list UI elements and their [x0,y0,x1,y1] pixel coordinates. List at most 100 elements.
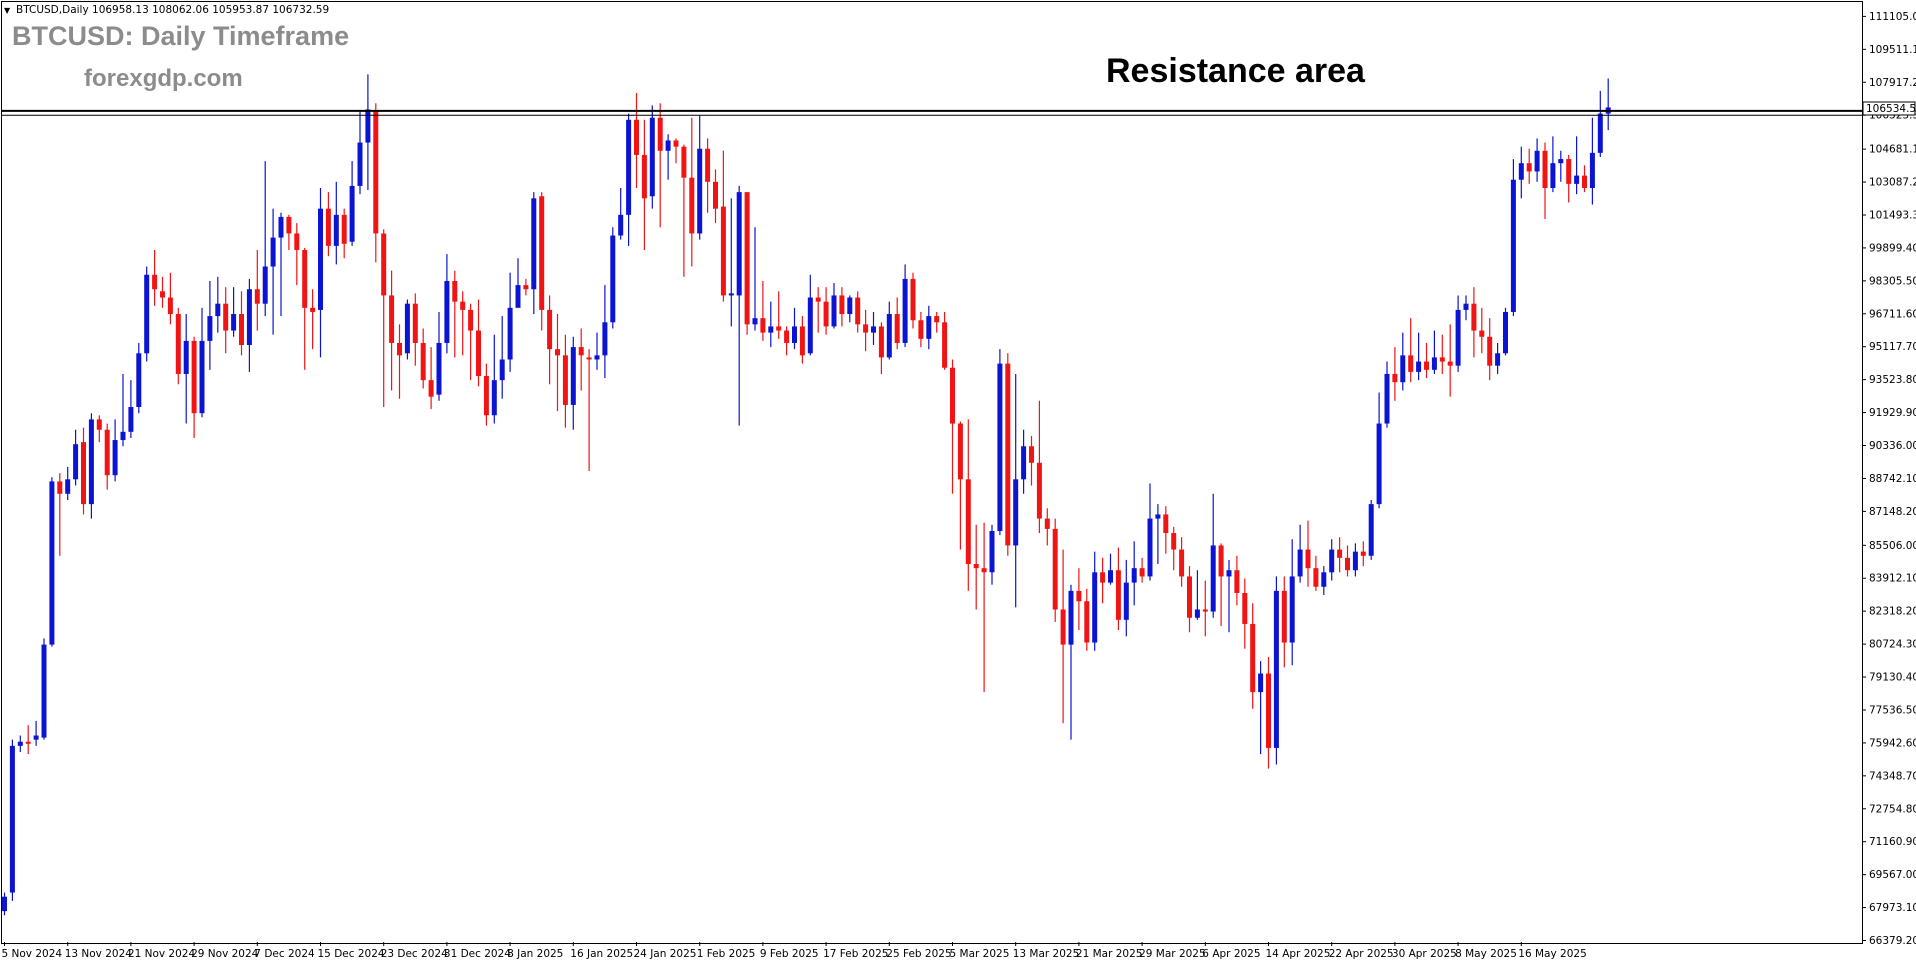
candle-body [855,297,861,325]
candle-body [515,285,521,308]
x-tick-label: 16 May 2025 [1518,948,1586,960]
candle-body [1266,673,1271,748]
candle-body [1155,514,1161,519]
y-tick-label: 109511.10 [1869,44,1916,56]
resistance-annotation: Resistance area [1106,52,1366,90]
candle [9,739,15,901]
dropdown-arrow-icon[interactable]: ▼ [4,6,11,15]
y-tick-label: 75942.60 [1869,737,1916,749]
price-axis[interactable]: 111105.00109511.10107917.20106323.301046… [1862,11,1916,947]
x-tick-label: 29 Mar 2025 [1139,948,1206,960]
x-tick-label: 24 Jan 2025 [634,948,697,960]
candle-body [1574,175,1580,184]
y-tick-label: 66379.20 [1869,935,1916,947]
candle-body [1424,361,1429,370]
candle-body [618,214,624,236]
candle-body [1005,363,1011,546]
candle-body [562,355,568,405]
y-tick-label: 83912.10 [1869,573,1916,585]
candle-body [1439,357,1445,362]
candle-body [1408,355,1414,372]
y-tick-label: 95117.70 [1869,341,1916,353]
candle-body [1534,150,1540,172]
candle-body [33,735,39,740]
candle-body [776,326,782,331]
candle-body [199,340,205,414]
candle [175,307,181,385]
candle-body [1139,568,1145,577]
candle-body [452,280,458,302]
x-tick-label: 6 Apr 2025 [1202,948,1260,960]
y-tick-label: 69567.00 [1869,869,1916,881]
candle-body [1115,570,1121,620]
candle-body [460,301,466,310]
candle-body [649,117,655,197]
y-tick-label: 111105.00 [1869,11,1916,23]
candle-body [1479,330,1485,337]
y-tick-label: 88742.10 [1869,473,1916,485]
candle-body [357,142,363,186]
candle-body [942,322,948,368]
candle-body [231,314,237,331]
x-tick-label: 8 May 2025 [1455,948,1517,960]
y-tick-label: 67973.10 [1869,902,1916,914]
candle-body [1258,673,1264,693]
candle-body [1487,336,1493,366]
candle-body [389,295,395,343]
candle-body [705,148,711,182]
candle-body [570,347,576,405]
candle-body [412,303,418,343]
candle-body [578,347,584,356]
candle-body [1566,159,1572,184]
candle-body [152,274,158,290]
candle-body [815,297,821,302]
x-tick-label: 5 Mar 2025 [950,948,1010,960]
candle-body [792,326,797,343]
candle-body [278,216,284,238]
candle-body [1471,303,1477,331]
y-tick-label: 79130.40 [1869,672,1916,684]
x-tick-label: 17 Feb 2025 [823,948,888,960]
candle-body [310,307,316,312]
candle-body [918,320,924,339]
candle-body [1558,159,1564,164]
candle-body [1289,576,1295,643]
candle-body [1376,423,1382,505]
candle-body [476,330,481,377]
candle-body [420,342,426,381]
candle-body [207,316,213,341]
y-tick-label: 91929.90 [1869,407,1916,419]
y-tick-label: 74348.70 [1869,770,1916,782]
candle-body [49,481,55,645]
candle-body [1202,609,1208,612]
candle-body [1187,576,1192,618]
candle-body [839,295,845,315]
candle [144,266,150,362]
candle-body [807,297,813,354]
candle-body [1368,504,1374,556]
candle-body [981,568,987,573]
candle-body [799,326,805,356]
candle-body [531,198,537,290]
candle-body [286,216,292,234]
candle-body [1210,545,1216,612]
candle-body [1218,545,1224,577]
y-tick-label: 72754.80 [1869,803,1916,815]
candle-body [1029,446,1034,463]
candle-body [1510,179,1516,312]
candle-body [254,289,260,304]
candle-body [373,111,379,234]
y-tick-label: 96711.60 [1869,308,1916,320]
candle-body [523,285,529,290]
candle [404,299,410,360]
candle-body [499,359,505,381]
candle-body [594,355,600,360]
y-tick-label: 93523.80 [1869,374,1916,386]
y-tick-label: 101493.30 [1869,209,1916,221]
candle-body [1242,592,1248,624]
candle-body [1234,570,1240,593]
candle-body [760,318,766,333]
candle-body [784,330,790,343]
candle-body [1060,609,1066,645]
price-chart[interactable]: 111105.00109511.10107917.20106323.301046… [0,0,1916,964]
